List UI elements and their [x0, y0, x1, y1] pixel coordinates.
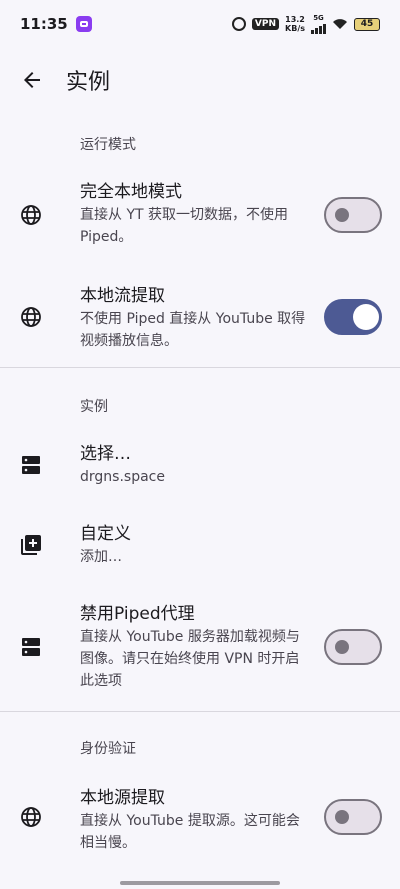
pref-disable-piped-proxy[interactable]: 禁用Piped代理 直接从 YouTube 服务器加载视频与图像。请只在始终使用… — [0, 592, 400, 702]
server-icon — [22, 638, 40, 656]
library-add-icon — [21, 535, 41, 555]
pref-full-local-mode[interactable]: 完全本地模式 直接从 YT 获取一切数据，不使用 Piped。 — [0, 172, 400, 258]
pref-title: 禁用Piped代理 — [80, 604, 195, 624]
pref-title: 本地源提取 — [80, 788, 165, 808]
pref-title: 完全本地模式 — [80, 182, 182, 202]
alarm-icon — [231, 17, 246, 31]
wifi-icon — [333, 19, 347, 29]
battery-icon: 45 — [354, 17, 380, 31]
pref-local-stream-extract[interactable]: 本地流提取 不使用 Piped 直接从 YouTube 取得视频播放信息。 — [0, 274, 400, 360]
section-header-run-mode: 运行模式 — [80, 137, 136, 153]
globe-icon — [21, 205, 41, 225]
pref-custom-instance[interactable]: 自定义 添加… — [0, 512, 400, 578]
back-button[interactable] — [8, 56, 56, 104]
gesture-nav-handle[interactable] — [120, 881, 280, 885]
network-speed: 13.2 KB/s — [285, 15, 305, 33]
page-title: 实例 — [66, 70, 111, 95]
full-local-mode-switch[interactable] — [324, 197, 382, 233]
pref-summary: 添加… — [80, 549, 122, 565]
globe-icon — [21, 807, 41, 827]
pref-summary: 直接从 YouTube 提取源。这可能会相当慢。 — [80, 813, 300, 851]
pref-summary: 不使用 Piped 直接从 YouTube 取得视频播放信息。 — [80, 311, 306, 349]
pref-summary: drgns.space — [80, 469, 165, 485]
cellular-signal-icon: 5G — [311, 14, 326, 34]
local-stream-extract-switch[interactable] — [324, 299, 382, 335]
section-header-instance: 实例 — [80, 399, 108, 415]
disable-piped-proxy-switch[interactable] — [324, 629, 382, 665]
local-source-extract-switch[interactable] — [324, 799, 382, 835]
arrow-left-icon — [24, 72, 40, 88]
pref-summary: 直接从 YouTube 服务器加载视频与图像。请只在始终使用 VPN 时开启此选… — [80, 629, 300, 689]
pref-title: 本地流提取 — [80, 286, 165, 306]
server-icon — [22, 456, 40, 474]
status-time: 11:35 — [20, 15, 68, 33]
app-bar: 实例 — [0, 52, 400, 108]
vpn-badge: VPN — [251, 18, 280, 30]
pref-title: 自定义 — [80, 524, 131, 544]
app-notification-icon — [75, 16, 92, 32]
status-bar: 11:35 VPN 13.2 KB/s 5G 45 — [0, 0, 400, 48]
pref-summary: 直接从 YT 获取一切数据，不使用 Piped。 — [80, 207, 289, 245]
section-header-auth: 身份验证 — [80, 741, 136, 757]
pref-local-source-extract[interactable]: 本地源提取 直接从 YouTube 提取源。这可能会相当慢。 — [0, 776, 400, 862]
section-divider — [0, 711, 400, 712]
pref-select-instance[interactable]: 选择… drgns.space — [0, 432, 400, 498]
section-divider — [0, 367, 400, 368]
globe-icon — [21, 307, 41, 327]
pref-title: 选择… — [80, 444, 131, 464]
